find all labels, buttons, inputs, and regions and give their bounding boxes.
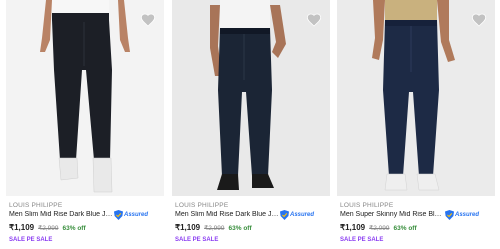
product-grid: LOUIS PHILIPPE Men Slim Mid Rise Dark Bl… (0, 0, 500, 249)
product-image[interactable] (172, 0, 330, 196)
product-card[interactable]: LOUIS PHILIPPE Men Slim Mid Rise Dark Bl… (172, 0, 332, 249)
jeans-product-image (210, 0, 286, 190)
original-price: ₹2,099 (369, 225, 390, 232)
product-brand: LOUIS PHILIPPE (340, 202, 394, 209)
product-title[interactable]: Men Super Skinny Mid Rise Blue... (340, 211, 444, 218)
original-price: ₹2,999 (204, 225, 225, 232)
product-image[interactable] (6, 0, 164, 196)
assured-label: Assured (455, 212, 480, 218)
assured-label: Assured (290, 212, 315, 218)
product-title[interactable]: Men Slim Mid Rise Dark Blue Je... (175, 211, 279, 218)
selling-price: ₹1,109 (9, 223, 35, 232)
selling-price: ₹1,109 (340, 223, 366, 232)
assured-badge: Assured (114, 210, 148, 220)
price-row: ₹1,109 ₹2,999 63% off (9, 223, 86, 232)
heart-icon[interactable] (306, 12, 322, 28)
assured-shield-icon (114, 210, 123, 220)
product-title[interactable]: Men Slim Mid Rise Dark Blue Je... (9, 211, 113, 218)
product-card[interactable]: LOUIS PHILIPPE Men Slim Mid Rise Dark Bl… (6, 0, 166, 249)
product-brand: LOUIS PHILIPPE (9, 202, 63, 209)
discount-label: 63% off (393, 225, 417, 232)
price-row: ₹1,109 ₹2,099 63% off (340, 223, 417, 232)
assured-shield-icon (445, 210, 454, 220)
sale-badge: SALE PE SALE (175, 237, 219, 243)
assured-badge: Assured (445, 210, 479, 220)
product-image[interactable] (337, 0, 495, 196)
price-row: ₹1,109 ₹2,999 63% off (175, 223, 252, 232)
heart-icon[interactable] (140, 12, 156, 28)
selling-price: ₹1,109 (175, 223, 201, 232)
assured-badge: Assured (280, 210, 314, 220)
discount-label: 63% off (228, 225, 252, 232)
jeans-product-image (372, 0, 455, 191)
sale-badge: SALE PE SALE (340, 237, 384, 243)
original-price: ₹2,999 (38, 225, 59, 232)
product-brand: LOUIS PHILIPPE (175, 202, 229, 209)
sale-badge: SALE PE SALE (9, 237, 53, 243)
assured-shield-icon (280, 210, 289, 220)
jeans-product-image (40, 0, 130, 193)
product-card[interactable]: LOUIS PHILIPPE Men Super Skinny Mid Rise… (337, 0, 497, 249)
assured-label: Assured (124, 212, 149, 218)
heart-icon[interactable] (471, 12, 487, 28)
discount-label: 63% off (62, 225, 86, 232)
